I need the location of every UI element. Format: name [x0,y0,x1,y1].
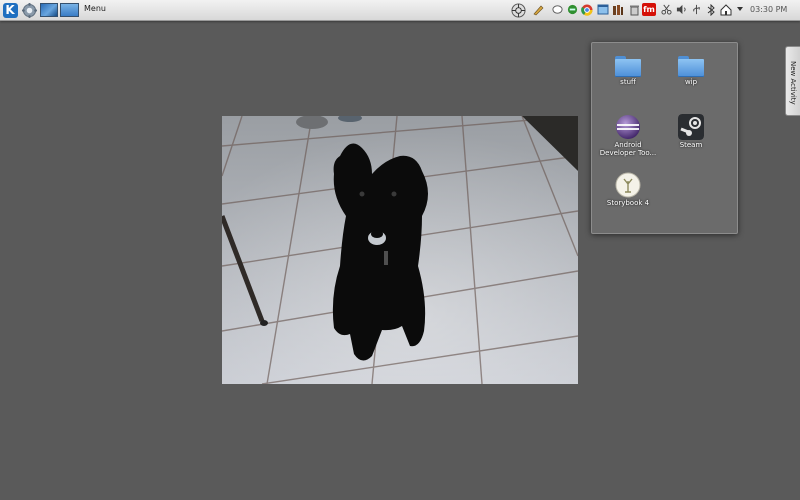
trash-icon[interactable] [628,3,640,16]
house-icon[interactable] [720,3,732,16]
new-activity-label: New Activity [789,61,797,105]
storybook-icon [615,172,641,198]
scissors-icon[interactable] [660,3,672,16]
desktop-item-stuff[interactable]: stuff [597,56,659,86]
pager-desktop-1[interactable] [40,2,58,18]
pager-desktop-2[interactable] [60,2,79,18]
desktop-thumbnail-icon [40,3,58,17]
item-label: wip [684,78,698,86]
pencil-icon[interactable] [532,3,544,16]
lastfm-icon[interactable]: fm [642,3,656,16]
top-panel: K Menu fm 03:30 PM [0,0,800,21]
desktop-item-steam[interactable]: Steam [660,114,722,149]
crosshair-icon[interactable] [510,2,526,18]
menu-button[interactable]: Menu [84,4,106,13]
folder-icon [678,56,704,77]
folder-view-widget: stuff wip Android Developer Too... Steam… [591,42,738,234]
volume-icon[interactable] [675,3,687,16]
bluetooth-icon[interactable] [705,3,717,16]
chrome-icon[interactable] [581,3,593,16]
usb-icon[interactable] [690,3,702,16]
desktop-item-wip[interactable]: wip [660,56,722,86]
eclipse-icon [616,115,640,139]
desktop-thumbnail-icon [60,3,79,17]
digital-clock[interactable]: 03:30 PM [750,5,787,14]
kickoff-launcher-button[interactable]: K [1,2,19,18]
gear-icon [22,2,37,18]
kde-logo-icon: K [2,2,18,18]
settings-gear-button[interactable] [21,2,38,18]
item-label: Storybook 4 [606,199,650,207]
library-icon[interactable] [612,3,624,16]
item-label: Android Developer Too... [599,141,657,157]
phone-icon[interactable] [566,3,578,16]
arrow-icon[interactable] [736,3,744,16]
desktop-item-storybook-4[interactable]: Storybook 4 [597,172,659,207]
item-label: stuff [620,78,636,86]
photo-frame-widget[interactable] [222,116,578,384]
desktop-item-android-developer-tools[interactable]: Android Developer Too... [597,114,659,157]
item-label: Steam [679,141,703,149]
window-icon[interactable] [597,3,609,16]
chat-icon[interactable] [551,3,563,16]
new-activity-tab[interactable]: New Activity [785,46,800,116]
folder-icon [615,56,641,77]
dog-photo [222,116,578,384]
steam-icon [678,114,704,140]
